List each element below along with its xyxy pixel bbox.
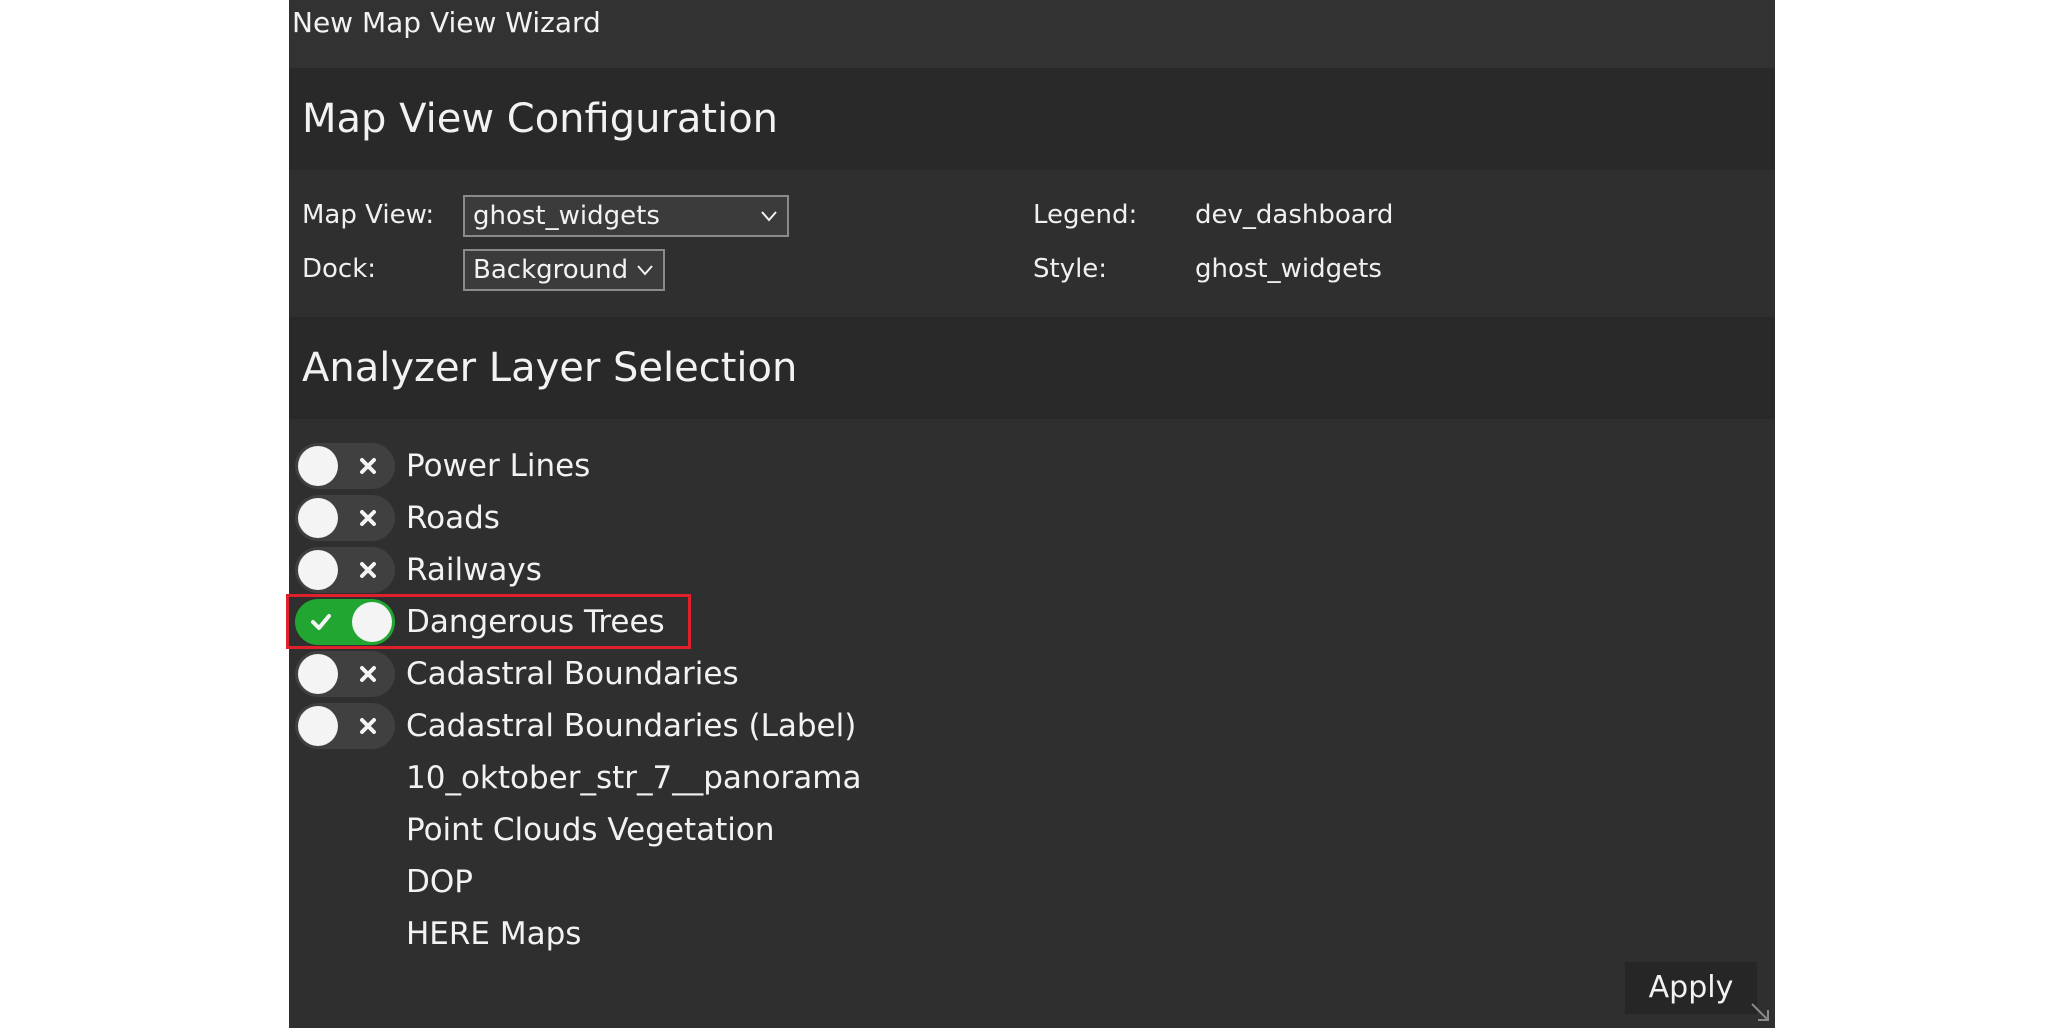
layers-heading: Analyzer Layer Selection bbox=[302, 345, 798, 391]
window-title: New Map View Wizard bbox=[292, 6, 601, 39]
layer-toggle-railways[interactable] bbox=[295, 547, 395, 593]
map-view-label: Map View: bbox=[302, 200, 435, 230]
resize-grip-icon[interactable] bbox=[1748, 1000, 1772, 1024]
dock-label: Dock: bbox=[302, 254, 377, 284]
x-icon bbox=[360, 458, 376, 474]
x-icon bbox=[360, 510, 376, 526]
check-icon bbox=[311, 614, 331, 630]
toggle-knob bbox=[298, 654, 338, 694]
layer-toggle-power-lines[interactable] bbox=[295, 443, 395, 489]
toggle-knob bbox=[298, 498, 338, 538]
layer-label: HERE Maps bbox=[406, 916, 582, 952]
title-bar[interactable]: New Map View Wizard bbox=[289, 0, 1775, 68]
wizard-window: New Map View Wizard Map View Configurati… bbox=[289, 0, 1775, 1028]
layer-toggle-dangerous-trees[interactable] bbox=[295, 599, 395, 645]
x-icon bbox=[360, 718, 376, 734]
layer-label: Cadastral Boundaries bbox=[406, 656, 739, 692]
layer-toggle-cadastral-boundaries-label[interactable] bbox=[295, 703, 395, 749]
chevron-down-icon bbox=[637, 265, 653, 276]
style-label: Style: bbox=[1033, 254, 1108, 284]
apply-button[interactable]: Apply bbox=[1625, 962, 1757, 1014]
dock-select[interactable]: Background bbox=[463, 249, 665, 291]
legend-label: Legend: bbox=[1033, 200, 1138, 230]
toggle-knob bbox=[298, 446, 338, 486]
layer-toggle-cadastral-boundaries[interactable] bbox=[295, 651, 395, 697]
config-heading: Map View Configuration bbox=[302, 96, 779, 142]
x-icon bbox=[360, 562, 376, 578]
layer-label: Dangerous Trees bbox=[406, 604, 665, 640]
layer-label: Cadastral Boundaries (Label) bbox=[406, 708, 857, 744]
layer-label: DOP bbox=[406, 864, 473, 900]
layer-label: Power Lines bbox=[406, 448, 591, 484]
layer-label: Railways bbox=[406, 552, 542, 588]
toggle-knob bbox=[298, 706, 338, 746]
legend-value: dev_dashboard bbox=[1195, 200, 1394, 230]
map-view-select[interactable]: ghost_widgets bbox=[463, 195, 789, 237]
config-section-header: Map View Configuration bbox=[289, 68, 1775, 170]
toggle-knob bbox=[352, 602, 392, 642]
layer-label: Point Clouds Vegetation bbox=[406, 812, 775, 848]
dock-select-value: Background bbox=[473, 255, 629, 285]
map-view-select-value: ghost_widgets bbox=[473, 201, 660, 231]
chevron-down-icon bbox=[761, 211, 777, 222]
layer-label: Roads bbox=[406, 500, 500, 536]
layer-toggle-roads[interactable] bbox=[295, 495, 395, 541]
style-value: ghost_widgets bbox=[1195, 254, 1382, 284]
toggle-knob bbox=[298, 550, 338, 590]
layer-label: 10_oktober_str_7__panorama bbox=[406, 760, 862, 796]
x-icon bbox=[360, 666, 376, 682]
config-panel: Map View: ghost_widgets Dock: Background… bbox=[289, 170, 1775, 317]
layers-section-header: Analyzer Layer Selection bbox=[289, 317, 1775, 419]
